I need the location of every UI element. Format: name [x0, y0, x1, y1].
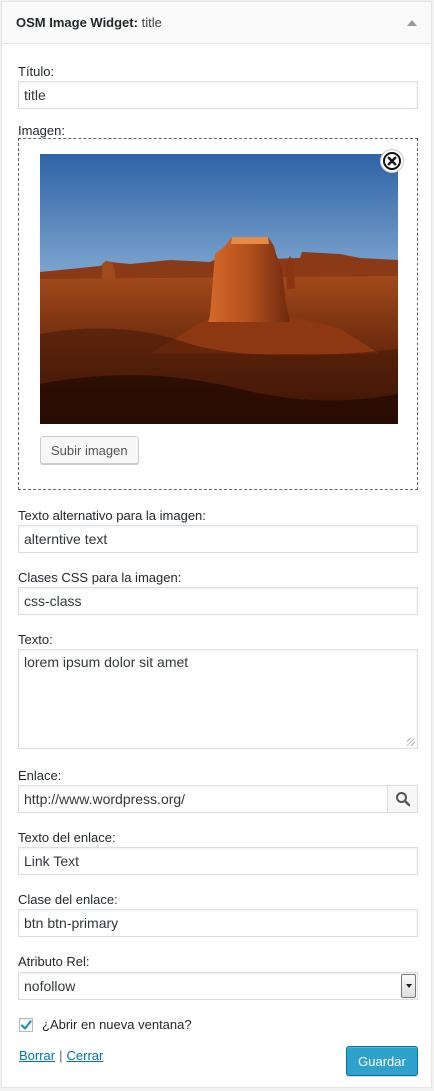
- css-class-label: Clases CSS para la imagen:: [18, 570, 182, 585]
- widget-instance-title: title: [141, 15, 162, 30]
- new-window-label: ¿Abrir en nueva ventana?: [42, 1017, 192, 1032]
- title-field[interactable]: [18, 81, 418, 109]
- rel-select[interactable]: nofollow: [18, 972, 418, 1000]
- link-field[interactable]: [18, 785, 388, 813]
- close-link[interactable]: Cerrar: [67, 1048, 104, 1063]
- title-label: Título:: [18, 64, 55, 79]
- link-class-label: Clase del enlace:: [18, 892, 118, 907]
- new-window-checkbox[interactable]: [19, 1017, 33, 1032]
- link-label: Enlace:: [18, 768, 62, 783]
- check-icon: [20, 1019, 32, 1030]
- alt-text-label: Texto alternativo para la imagen:: [18, 508, 206, 523]
- resize-grip-icon[interactable]: [407, 738, 415, 746]
- widget-header[interactable]: OSM Image Widget: title: [2, 2, 431, 44]
- delete-link[interactable]: Borrar: [19, 1048, 55, 1063]
- upload-image-button[interactable]: Subir imagen: [40, 436, 139, 464]
- arrow-up-icon[interactable]: [407, 19, 417, 26]
- widget-name: OSM Image Widget: [16, 15, 134, 30]
- image-label: Imagen:: [18, 123, 65, 138]
- new-window-option[interactable]: ¿Abrir en nueva ventana?: [19, 1017, 192, 1032]
- link-class-field[interactable]: [18, 909, 418, 937]
- link-field-group: [18, 785, 418, 813]
- text-field[interactable]: lorem ipsum dolor sit amet: [18, 649, 418, 749]
- chevron-down-icon[interactable]: [401, 974, 416, 998]
- css-class-field[interactable]: [18, 587, 418, 615]
- widget-control-actions: Borrar | Cerrar: [19, 1048, 103, 1063]
- save-button[interactable]: Guardar: [346, 1046, 418, 1076]
- link-text-field[interactable]: [18, 847, 418, 875]
- selected-image: [40, 154, 398, 424]
- rel-selected-value: nofollow: [24, 978, 76, 994]
- text-area-wrap: lorem ipsum dolor sit amet: [18, 649, 418, 749]
- text-label: Texto:: [18, 632, 53, 647]
- link-text-label: Texto del enlace:: [18, 830, 116, 845]
- widget-title: OSM Image Widget: title: [16, 15, 162, 30]
- actions-separator: |: [59, 1048, 63, 1063]
- image-upload-area: Subir imagen: [18, 138, 418, 490]
- image-widget: OSM Image Widget: title Título: Imagen:: [1, 1, 432, 1088]
- close-circle-icon[interactable]: [380, 149, 404, 173]
- rel-label: Atributo Rel:: [18, 954, 90, 969]
- search-icon[interactable]: [387, 785, 418, 813]
- alt-text-field[interactable]: [18, 525, 418, 553]
